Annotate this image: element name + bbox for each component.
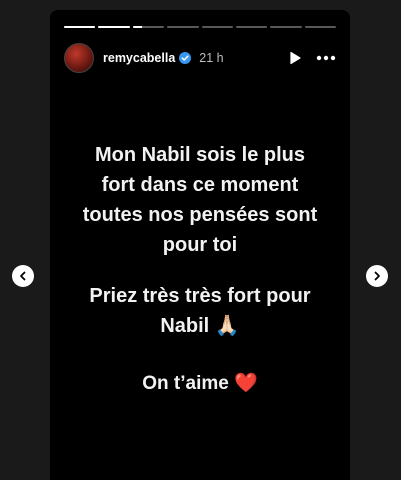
story-viewer[interactable]: remycabella 21 h Mon Nabil sois le plus …: [50, 10, 350, 480]
story-paragraph-3-text: On t’aime: [142, 373, 229, 394]
chevron-left-icon: [20, 271, 26, 281]
progress-segment: [235, 26, 268, 28]
avatar[interactable]: [64, 43, 94, 73]
praying-hands-emoji: 🙏🏻: [214, 315, 240, 337]
more-options-icon[interactable]: [316, 55, 336, 61]
progress-segment: [304, 26, 336, 28]
play-icon[interactable]: [288, 51, 302, 65]
story-text: Mon Nabil sois le plus fort dans ce mome…: [50, 140, 350, 399]
progress-segment-fill: [98, 26, 130, 28]
username-link[interactable]: remycabella: [103, 51, 175, 65]
progress-segment: [167, 26, 199, 28]
progress-segment: [270, 26, 302, 28]
progress-segment: [201, 26, 233, 28]
progress-segment: [132, 26, 165, 28]
story-header: remycabella 21 h: [64, 42, 336, 74]
heart-emoji: ❤️: [234, 373, 258, 394]
progress-segment: [98, 26, 130, 28]
previous-story-button[interactable]: [12, 265, 34, 287]
story-paragraph-3: On t’aime ❤️: [80, 369, 320, 399]
post-timestamp: 21 h: [199, 51, 224, 65]
verified-badge-icon: [179, 52, 192, 64]
story-paragraph-2-text: Priez très très fort pour Nabil: [89, 285, 311, 337]
chevron-right-icon: [374, 271, 380, 281]
progress-segment: [64, 26, 96, 28]
next-story-button[interactable]: [366, 265, 388, 287]
story-paragraph-2: Priez très très fort pour Nabil 🙏🏻: [80, 281, 320, 341]
story-progress-bar: [64, 26, 336, 28]
progress-segment-fill: [132, 26, 143, 28]
progress-segment-fill: [64, 26, 96, 28]
story-paragraph-1: Mon Nabil sois le plus fort dans ce mome…: [82, 144, 318, 256]
